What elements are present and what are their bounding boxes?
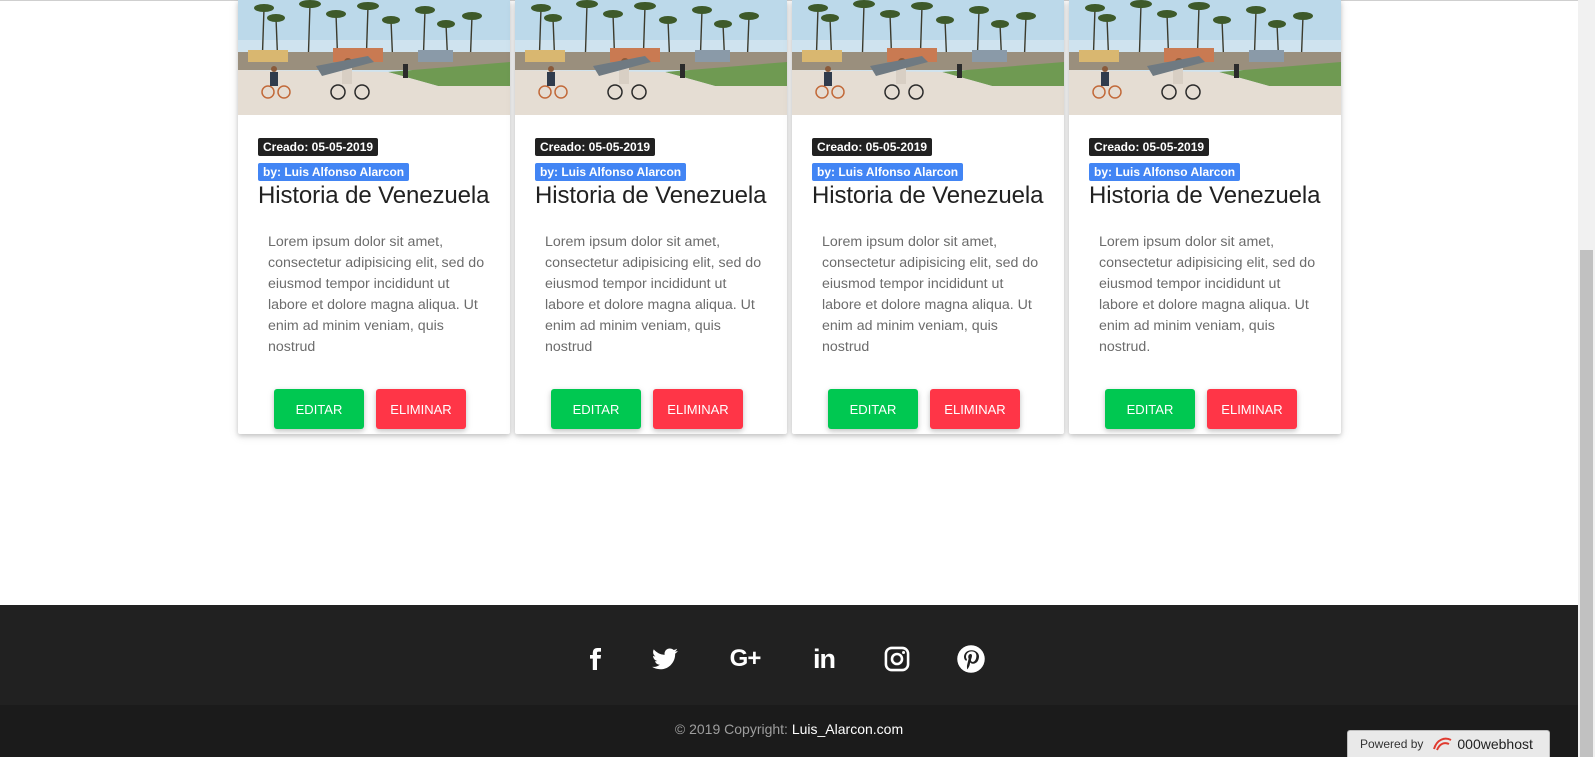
delete-button[interactable]: Eliminar (653, 389, 743, 429)
top-divider (0, 0, 1578, 1)
post-card: Creado: 05-05-2019 by: Luis Alfonso Alar… (1069, 0, 1341, 434)
linkedin-link[interactable]: in (802, 635, 846, 683)
post-card: Creado: 05-05-2019 by: Luis Alfonso Alar… (515, 0, 787, 434)
card-image (515, 0, 787, 115)
card-image (792, 0, 1064, 115)
google-plus-icon: G+ (729, 645, 762, 672)
author-badge: by: Luis Alfonso Alarcon (812, 163, 964, 181)
pinterest-link[interactable] (949, 635, 993, 683)
powered-by-brand: 000webhost (1457, 736, 1533, 752)
google-plus-link[interactable]: G+ (723, 635, 767, 683)
instagram-icon (883, 645, 911, 673)
card-image (1069, 0, 1341, 115)
card-title: Historia de Venezuela (812, 182, 1044, 209)
card-title: Historia de Venezuela (1089, 182, 1321, 209)
card-text: Lorem ipsum dolor sit amet, consectetur … (268, 234, 485, 355)
powered-by-badge[interactable]: Powered by 000webhost (1347, 730, 1550, 757)
pinterest-icon (956, 644, 986, 674)
linkedin-icon: in (813, 643, 836, 674)
footer: G+ in © 2019 Copyright: Luis_Alarcon.com (0, 605, 1578, 757)
created-date-badge: Creado: 05-05-2019 (1089, 138, 1210, 156)
created-date-badge: Creado: 05-05-2019 (535, 138, 656, 156)
facebook-icon (583, 644, 607, 674)
instagram-link[interactable] (875, 635, 919, 683)
powered-by-text: Powered by (1360, 737, 1424, 751)
twitter-icon (649, 645, 681, 673)
edit-button[interactable]: Editar (274, 389, 364, 429)
card-title: Historia de Venezuela (535, 182, 767, 209)
created-date-badge: Creado: 05-05-2019 (258, 138, 379, 156)
author-badge: by: Luis Alfonso Alarcon (535, 163, 687, 181)
author-badge: by: Luis Alfonso Alarcon (258, 163, 410, 181)
card-text: Lorem ipsum dolor sit amet, consectetur … (822, 234, 1039, 355)
scrollbar-thumb[interactable] (1580, 250, 1593, 757)
edit-button[interactable]: Editar (551, 389, 641, 429)
edit-button[interactable]: Editar (828, 389, 918, 429)
card-text: Lorem ipsum dolor sit amet, consectetur … (545, 234, 762, 355)
delete-button[interactable]: Eliminar (930, 389, 1020, 429)
card-image (238, 0, 510, 115)
card-text: Lorem ipsum dolor sit amet, consectetur … (1099, 234, 1316, 355)
copyright-bar: © 2019 Copyright: Luis_Alarcon.com (0, 705, 1578, 757)
webhost-logo-icon (1433, 737, 1452, 751)
twitter-link[interactable] (643, 635, 687, 683)
delete-button[interactable]: Eliminar (376, 389, 466, 429)
facebook-link[interactable] (573, 635, 617, 683)
delete-button[interactable]: Eliminar (1207, 389, 1297, 429)
copyright-link[interactable]: Luis_Alarcon.com (792, 721, 903, 737)
card-title: Historia de Venezuela (258, 182, 490, 209)
page: Creado: 05-05-2019 by: Luis Alfonso Alar… (0, 0, 1578, 757)
post-card: Creado: 05-05-2019 by: Luis Alfonso Alar… (238, 0, 510, 434)
author-badge: by: Luis Alfonso Alarcon (1089, 163, 1241, 181)
edit-button[interactable]: Editar (1105, 389, 1195, 429)
social-links: G+ in (0, 635, 1578, 683)
post-card: Creado: 05-05-2019 by: Luis Alfonso Alar… (792, 0, 1064, 434)
copyright-text: © 2019 Copyright: (674, 721, 788, 737)
created-date-badge: Creado: 05-05-2019 (812, 138, 933, 156)
